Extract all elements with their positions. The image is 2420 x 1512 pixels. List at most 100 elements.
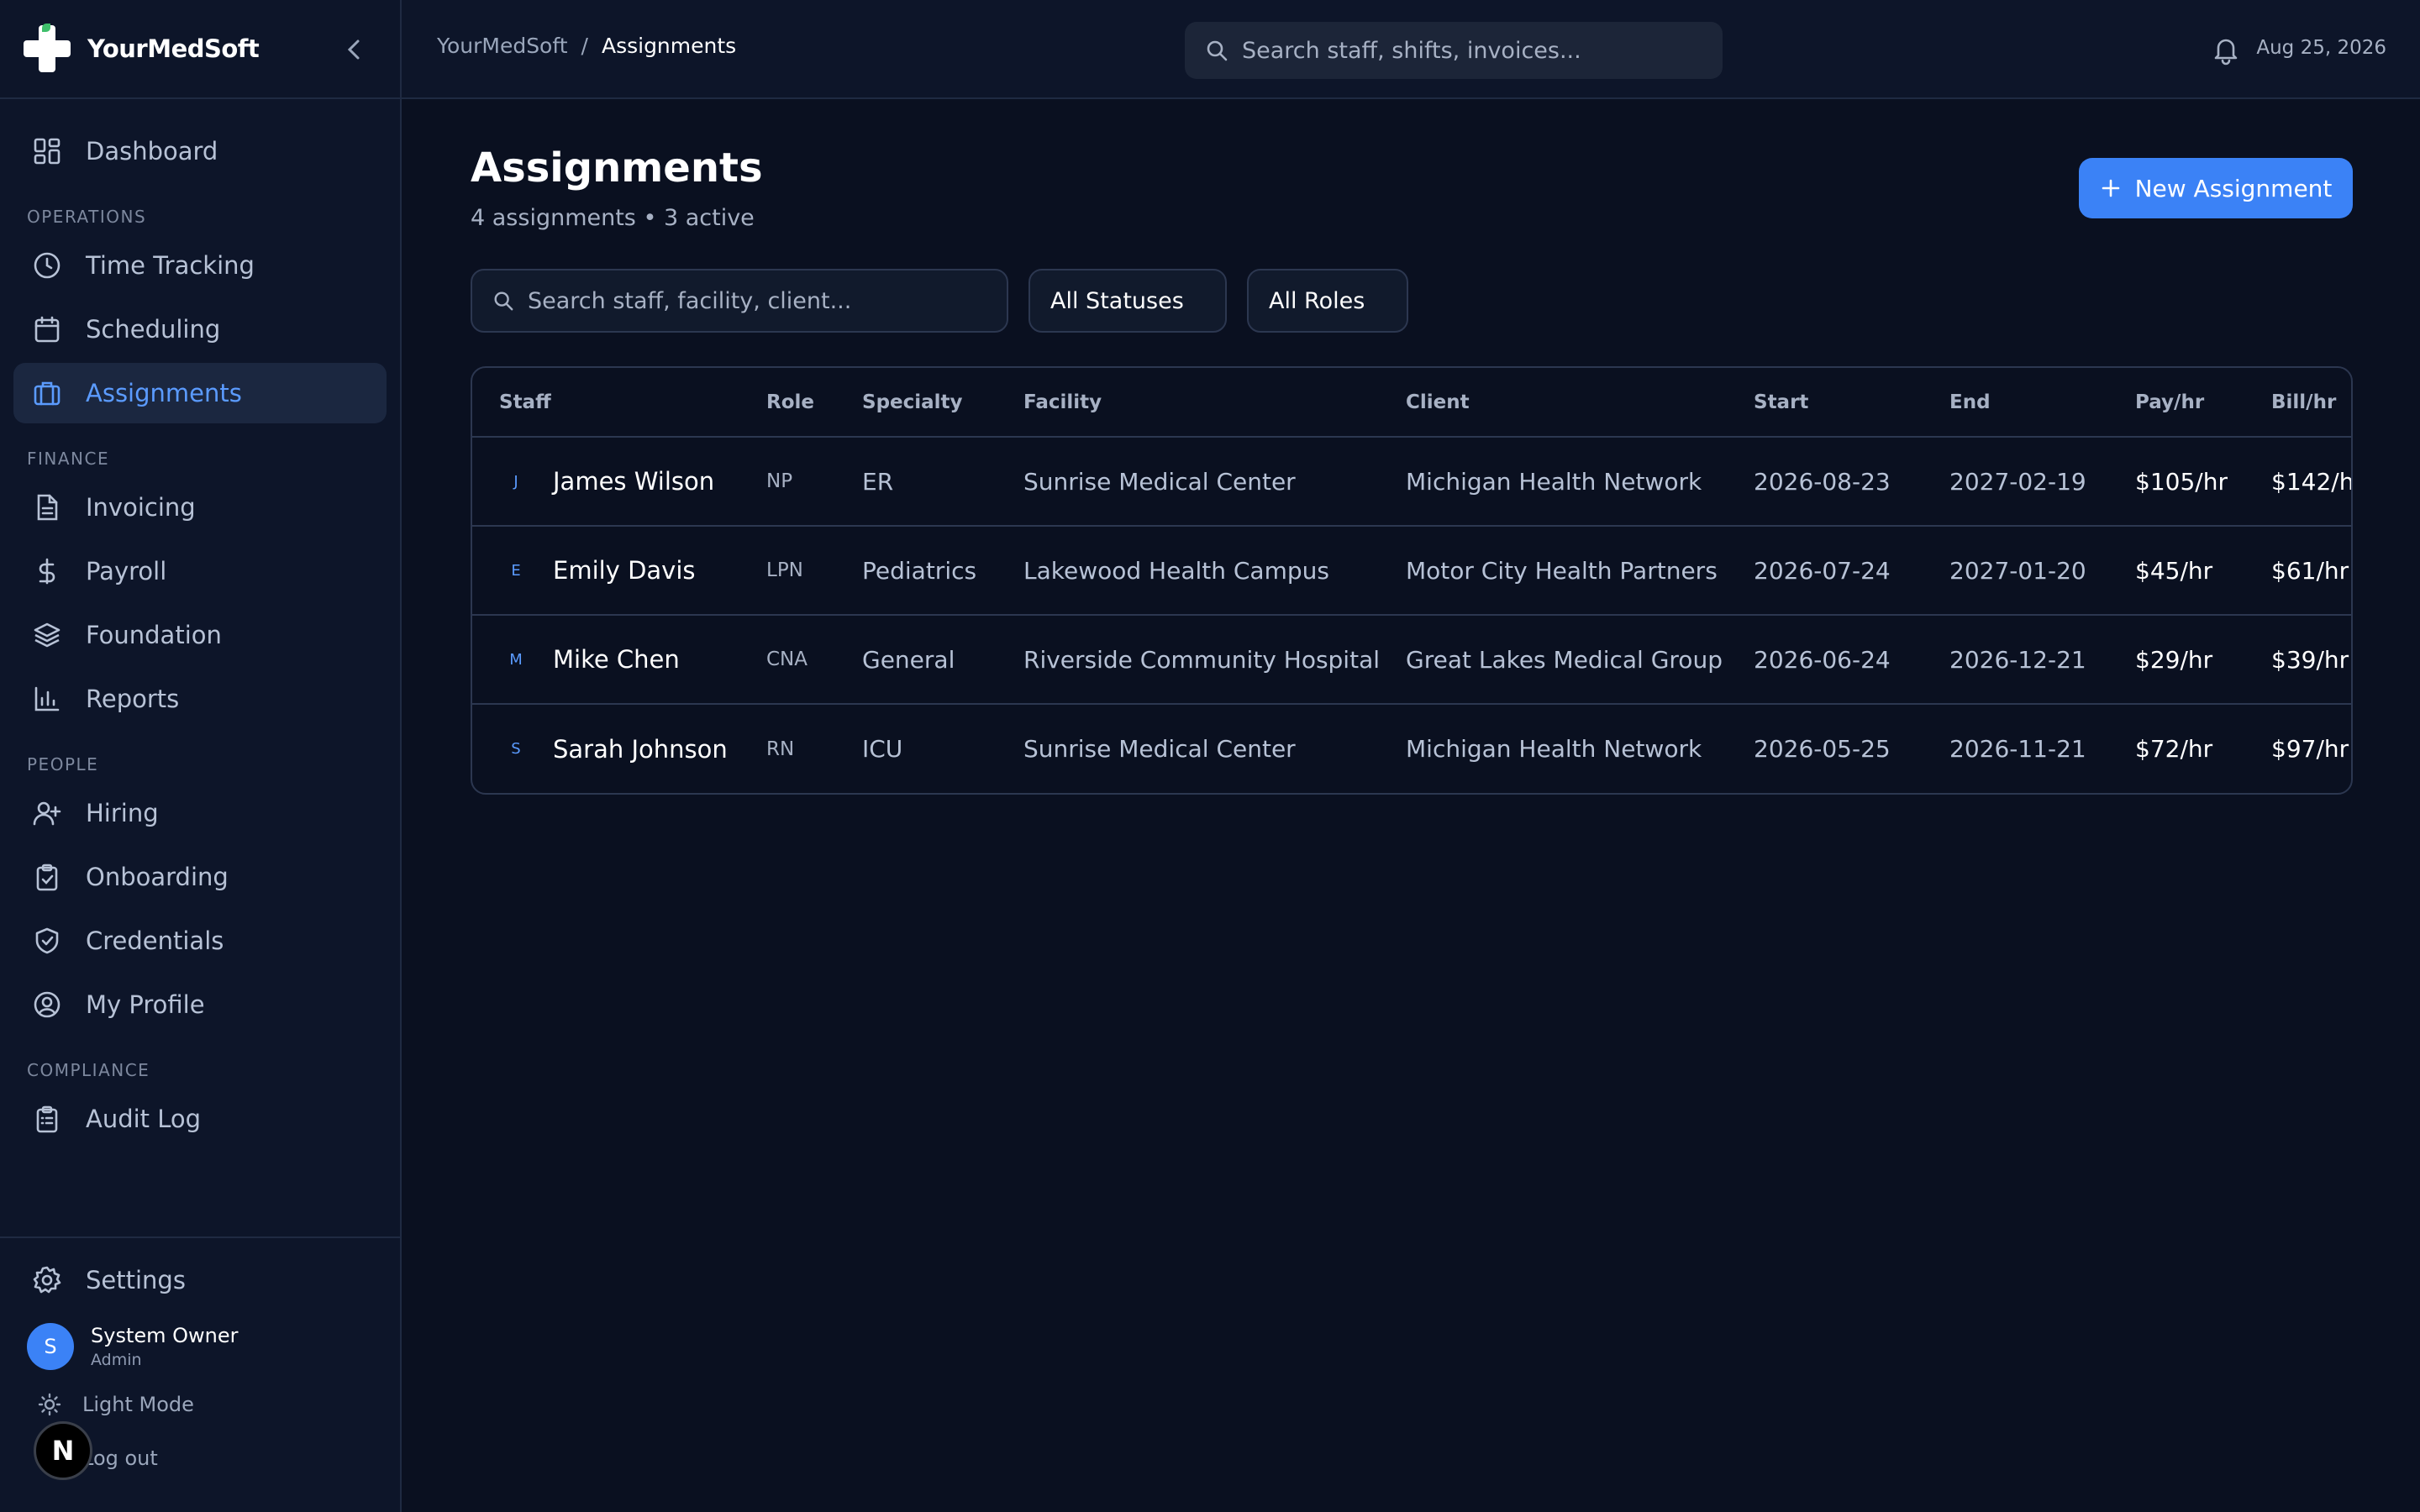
column-header-role[interactable]: Role	[766, 368, 862, 438]
table-row[interactable]: E Emily Davis LPN Pediatrics Lakewood Hea…	[472, 526, 2351, 616]
sidebar-item-audit-log[interactable]: Audit Log	[13, 1089, 387, 1149]
sidebar-item-label: Invoicing	[86, 493, 196, 522]
specialty-cell: General	[862, 615, 1023, 705]
role-cell: RN	[766, 738, 795, 760]
sidebar-item-label: Audit Log	[86, 1105, 202, 1133]
staff-name[interactable]: Emily Davis	[553, 556, 696, 585]
sidebar-item-label: Assignments	[86, 379, 242, 407]
sidebar-item-scheduling[interactable]: Scheduling	[13, 299, 387, 360]
breadcrumb: YourMedSoft / Assignments	[437, 34, 736, 58]
sidebar-item-label: Dashboard	[86, 137, 218, 165]
section-operations: OPERATIONS	[27, 207, 147, 227]
pay-cell: $105/hr	[2135, 437, 2271, 527]
clipboard-list-icon	[32, 1104, 62, 1134]
user-name: System Owner	[91, 1324, 239, 1347]
specialty-cell: Pediatrics	[862, 526, 1023, 616]
staff-initial: S	[511, 740, 521, 758]
column-header-pay[interactable]: Pay/hr	[2135, 368, 2271, 438]
table-row[interactable]: J James Wilson NP ER Sunrise Medical Cent…	[472, 437, 2351, 527]
table-row[interactable]: M Mike Chen CNA General Riverside Communi…	[472, 615, 2351, 705]
sidebar-item-label: Foundation	[86, 621, 222, 649]
sidebar-item-label: Onboarding	[86, 863, 229, 891]
facility-cell: Lakewood Health Campus	[1023, 526, 1406, 616]
light-mode-label: Light Mode	[82, 1393, 194, 1416]
notifications-button[interactable]	[2210, 34, 2242, 66]
sidebar: YourMedSoft Dashboard OPERATIONS Time Tr…	[0, 0, 402, 1512]
page-title: Assignments	[471, 144, 763, 192]
sidebar-item-assignments[interactable]: Assignments	[13, 363, 387, 423]
status-filter-select[interactable]: All Statuses	[1028, 269, 1227, 333]
column-header-staff[interactable]: Staff	[472, 368, 766, 438]
facility-cell: Sunrise Medical Center	[1023, 437, 1406, 527]
sidebar-item-invoicing[interactable]: Invoicing	[13, 477, 387, 538]
assignments-table: Staff Role Specialty Facility Client Sta…	[471, 366, 2353, 795]
column-header-start[interactable]: Start	[1754, 368, 1949, 438]
section-people: PEOPLE	[27, 754, 99, 774]
staff-initial: M	[509, 650, 523, 669]
assignment-search[interactable]	[471, 269, 1008, 333]
briefcase-icon	[32, 378, 62, 408]
end-cell: 2027-01-20	[1949, 526, 2135, 616]
dev-tools-badge[interactable]: N	[34, 1421, 92, 1480]
table-header-row: Staff Role Specialty Facility Client Sta…	[472, 368, 2351, 438]
pay-cell: $45/hr	[2135, 526, 2271, 616]
facility-cell: Riverside Community Hospital	[1023, 615, 1406, 705]
start-cell: 2026-07-24	[1754, 526, 1949, 616]
collapse-sidebar-button[interactable]	[339, 35, 368, 64]
end-cell: 2026-12-21	[1949, 615, 2135, 705]
sidebar-item-reports[interactable]: Reports	[13, 669, 387, 729]
calendar-icon	[32, 314, 62, 344]
sidebar-footer: Settings S System Owner Admin Light Mode…	[0, 1236, 400, 1512]
search-icon	[1207, 40, 1228, 61]
current-date: Aug 25, 2026	[2256, 37, 2386, 59]
plus-icon	[2102, 179, 2119, 197]
logo-icon	[22, 24, 72, 74]
sidebar-item-dashboard[interactable]: Dashboard	[13, 121, 387, 181]
sidebar-item-hiring[interactable]: Hiring	[13, 783, 387, 843]
sidebar-item-foundation[interactable]: Foundation	[13, 605, 387, 665]
sidebar-item-time-tracking[interactable]: Time Tracking	[13, 235, 387, 296]
sidebar-item-my-profile[interactable]: My Profile	[13, 974, 387, 1035]
layers-icon	[32, 620, 62, 650]
end-cell: 2026-11-21	[1949, 735, 2086, 763]
role-cell: CNA	[766, 615, 862, 705]
column-header-bill[interactable]: Bill/hr	[2271, 368, 2351, 438]
sidebar-item-label: Scheduling	[86, 315, 221, 344]
staff-name[interactable]: Mike Chen	[553, 645, 680, 674]
role-filter-select[interactable]: All Roles	[1247, 269, 1408, 333]
breadcrumb-root[interactable]: YourMedSoft	[437, 34, 568, 58]
user-circle-icon	[32, 990, 62, 1020]
client-cell: Motor City Health Partners	[1406, 526, 1754, 616]
column-header-end[interactable]: End	[1949, 368, 2135, 438]
specialty-cell: ER	[862, 437, 1023, 527]
start-cell: 2026-05-25	[1754, 735, 1891, 763]
document-icon	[32, 492, 62, 522]
bar-chart-icon	[32, 684, 62, 714]
global-search[interactable]	[1185, 22, 1723, 79]
new-assignment-button[interactable]: New Assignment	[2079, 158, 2353, 218]
sidebar-item-onboarding[interactable]: Onboarding	[13, 847, 387, 907]
table-row[interactable]: S Sarah Johnson RN ICU Sunrise Medical Ce…	[472, 704, 2351, 793]
column-header-specialty[interactable]: Specialty	[862, 368, 1023, 438]
pay-cell: $72/hr	[2135, 735, 2213, 763]
sidebar-item-settings[interactable]: Settings	[13, 1250, 387, 1310]
client-cell: Michigan Health Network	[1406, 437, 1754, 527]
start-cell: 2026-08-23	[1754, 437, 1949, 527]
user-profile[interactable]: S System Owner Admin	[13, 1315, 387, 1378]
staff-name[interactable]: Sarah Johnson	[553, 735, 728, 764]
specialty-cell: ICU	[862, 735, 903, 763]
user-role: Admin	[91, 1351, 142, 1369]
staff-name[interactable]: James Wilson	[553, 467, 714, 496]
bell-icon	[2214, 39, 2238, 66]
shield-check-icon	[32, 926, 62, 956]
assignment-search-input[interactable]	[528, 287, 998, 314]
breadcrumb-separator: /	[581, 34, 588, 58]
column-header-facility[interactable]: Facility	[1023, 368, 1406, 438]
sidebar-item-credentials[interactable]: Credentials	[13, 911, 387, 971]
sidebar-item-label: Settings	[86, 1266, 186, 1294]
column-header-client[interactable]: Client	[1406, 368, 1754, 438]
clock-icon	[32, 250, 62, 281]
sidebar-item-payroll[interactable]: Payroll	[13, 541, 387, 601]
bill-cell: $142/hr	[2271, 437, 2351, 527]
global-search-input[interactable]	[1242, 37, 1712, 64]
